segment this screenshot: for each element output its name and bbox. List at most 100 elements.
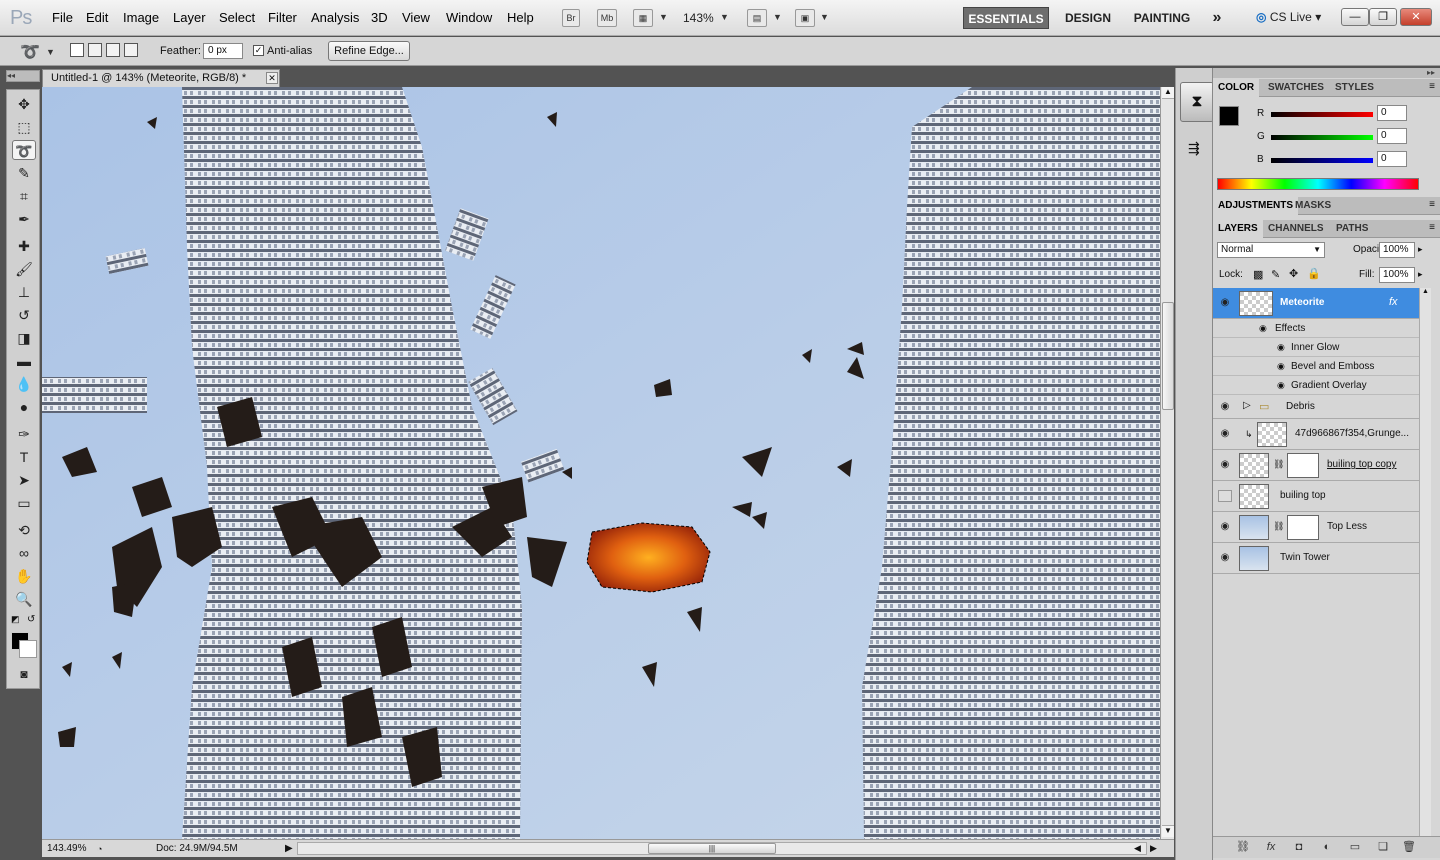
scroll-thumb[interactable] <box>1162 302 1174 410</box>
move-tool-icon[interactable]: ✥ <box>12 94 36 114</box>
scroll-up-icon[interactable]: ▲ <box>1420 288 1431 298</box>
pen-tool-icon[interactable]: ✑ <box>12 424 36 444</box>
link-layers-icon[interactable]: ⛓ <box>1235 840 1251 854</box>
eraser-tool-icon[interactable]: ◨ <box>12 328 36 348</box>
restore-button[interactable]: ❐ <box>1369 8 1397 26</box>
history-brush-icon[interactable]: ↺ <box>12 305 36 325</box>
menu-view[interactable]: View <box>402 10 430 25</box>
document-canvas[interactable] <box>42 87 1160 839</box>
layer-builing-top-copy[interactable]: ◉ ⛓ builing top copy <box>1213 450 1419 481</box>
add-to-selection-icon[interactable] <box>88 43 102 57</box>
layer-twin-tower[interactable]: ◉ Twin Tower <box>1213 543 1419 574</box>
history-panel-icon[interactable]: ⧗ <box>1180 82 1214 122</box>
brush-tool-icon[interactable]: 🖌 <box>12 259 36 279</box>
eye-icon[interactable]: ◉ <box>1277 338 1285 357</box>
scroll-left-icon[interactable]: ◀ <box>1134 840 1141 857</box>
3d-rotate-icon[interactable]: ⟲ <box>12 520 36 540</box>
hscroll-thumb[interactable]: ||| <box>648 843 776 854</box>
eyedropper-icon[interactable]: ✒ <box>12 209 36 229</box>
opacity-arrow-icon[interactable]: ▸ <box>1418 244 1423 255</box>
lock-all-icon[interactable]: 🔒 <box>1307 267 1321 280</box>
effect-gradient-overlay[interactable]: ◉ Gradient Overlay <box>1213 376 1419 395</box>
panel-menu-icon[interactable]: ≡ <box>1429 199 1435 210</box>
lock-transparent-icon[interactable]: ▩ <box>1253 268 1263 281</box>
menu-image[interactable]: Image <box>123 10 159 25</box>
eye-icon[interactable]: ◉ <box>1218 428 1232 440</box>
close-button[interactable]: ✕ <box>1400 8 1432 26</box>
status-info-icon[interactable]: ◔ <box>97 841 102 858</box>
intersect-selection-icon[interactable] <box>124 43 138 57</box>
bridge-button[interactable]: Br <box>562 9 580 27</box>
menu-file[interactable]: File <box>52 10 73 25</box>
mini-bridge-button[interactable]: Mb <box>597 9 617 27</box>
link-icon[interactable]: ⛓ <box>1273 459 1284 470</box>
g-slider[interactable] <box>1271 135 1373 140</box>
cs-live-button[interactable]: ◎ CS Live ▾ <box>1256 10 1321 24</box>
eye-icon[interactable]: ◉ <box>1277 376 1285 395</box>
horizontal-scrollbar[interactable]: ||| <box>297 842 1147 855</box>
menu-help[interactable]: Help <box>507 10 534 25</box>
lasso-tool-icon[interactable]: ➰ <box>12 140 36 160</box>
panel-collapse-icon[interactable]: ▸▸ <box>1213 68 1440 78</box>
tab-paths[interactable]: PATHS <box>1331 220 1373 238</box>
layer-mask-thumbnail[interactable] <box>1287 515 1319 540</box>
chevron-down-icon[interactable]: ▼ <box>46 47 55 57</box>
scroll-down-icon[interactable]: ▼ <box>1162 825 1174 837</box>
3d-orbit-icon[interactable]: ∞ <box>12 543 36 563</box>
chevron-down-icon[interactable]: ▼ <box>820 12 829 22</box>
add-style-icon[interactable]: fx <box>1263 840 1279 854</box>
zoom-tool-icon[interactable]: 🔍 <box>12 589 36 609</box>
crop-tool-icon[interactable]: ⌗ <box>12 186 36 206</box>
antialias-checkbox[interactable]: ✓ <box>253 45 264 56</box>
layer-debris[interactable]: ◉ ▷ ▭ Debris <box>1213 395 1419 419</box>
layers-scrollbar[interactable]: ▲ <box>1419 288 1431 836</box>
new-selection-icon[interactable] <box>70 43 84 57</box>
close-document-icon[interactable]: ✕ <box>266 72 278 84</box>
zoom-level[interactable]: 143% <box>683 11 714 25</box>
effect-bevel-emboss[interactable]: ◉ Bevel and Emboss <box>1213 357 1419 376</box>
menu-layer[interactable]: Layer <box>173 10 206 25</box>
adjustment-layer-icon[interactable]: ◐ <box>1319 840 1335 854</box>
r-value[interactable]: 0 <box>1377 105 1407 121</box>
workspace-more[interactable]: » <box>1206 7 1228 29</box>
lock-position-icon[interactable]: ✥ <box>1289 267 1298 280</box>
tab-channels[interactable]: CHANNELS <box>1263 220 1329 238</box>
marquee-tool-icon[interactable]: ⬚ <box>12 117 36 137</box>
layer-meteorite[interactable]: ◉ Meteorite fx <box>1213 288 1419 319</box>
eye-icon[interactable]: ◉ <box>1218 521 1232 533</box>
menu-3d[interactable]: 3D <box>371 10 388 25</box>
tools-collapse-icon[interactable]: ◂◂ <box>6 70 40 82</box>
scroll-up-icon[interactable]: ▲ <box>1162 87 1174 99</box>
tab-adjustments[interactable]: ADJUSTMENTS <box>1213 197 1299 215</box>
opacity-input[interactable]: 100% <box>1379 242 1415 258</box>
status-menu-arrow-icon[interactable]: ▶ <box>285 840 293 857</box>
feather-input[interactable]: 0 px <box>203 43 243 59</box>
blur-tool-icon[interactable]: 💧 <box>12 374 36 394</box>
chevron-down-icon[interactable]: ▼ <box>773 12 782 22</box>
color-spectrum[interactable] <box>1217 178 1419 190</box>
layer-builing-top[interactable]: ◉ builing top <box>1213 481 1419 512</box>
gradient-tool-icon[interactable]: ▬ <box>12 351 36 371</box>
effect-inner-glow[interactable]: ◉ Inner Glow <box>1213 338 1419 357</box>
default-colors-icon[interactable]: ◩ <box>11 614 20 625</box>
workspace-design[interactable]: DESIGN <box>1060 7 1116 29</box>
shape-tool-icon[interactable]: ▭ <box>12 493 36 513</box>
link-icon[interactable]: ⛓ <box>1273 521 1284 532</box>
arrange-documents-icon[interactable]: ▤ <box>747 9 767 27</box>
lasso-tool-icon[interactable]: ➰ <box>20 42 40 62</box>
new-layer-icon[interactable]: ❏ <box>1375 840 1391 854</box>
swap-colors-icon[interactable]: ↺ <box>27 614 35 625</box>
lock-image-icon[interactable]: ✎ <box>1271 268 1280 281</box>
effects-row[interactable]: ◉ Effects <box>1213 319 1419 338</box>
chevron-down-icon[interactable]: ▼ <box>720 12 729 22</box>
quick-mask-icon[interactable]: ◙ <box>12 664 36 684</box>
eye-icon[interactable]: ◉ <box>1259 319 1267 338</box>
background-color-swatch[interactable] <box>19 640 37 658</box>
minimize-button[interactable]: — <box>1341 8 1369 26</box>
document-tab[interactable]: Untitled-1 @ 143% (Meteorite, RGB/8) * <box>42 69 280 87</box>
panel-menu-icon[interactable]: ≡ <box>1429 81 1435 92</box>
chevron-down-icon[interactable]: ▼ <box>659 12 668 22</box>
workspace-essentials[interactable]: ESSENTIALS <box>963 7 1049 29</box>
clone-stamp-icon[interactable]: ⊥ <box>12 282 36 302</box>
tab-masks[interactable]: MASKS <box>1290 197 1336 215</box>
